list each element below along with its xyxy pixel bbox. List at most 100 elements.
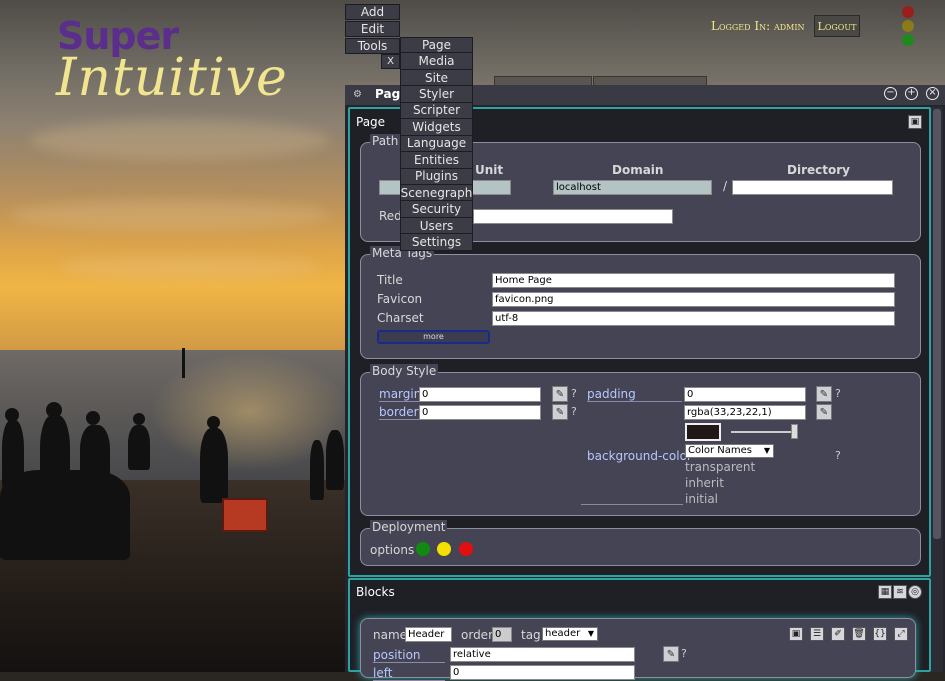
person-silhouette <box>326 430 344 490</box>
favicon-label: Favicon <box>377 292 423 306</box>
edit-menu-button[interactable]: Edit <box>345 21 400 37</box>
background-color-label[interactable]: background-color <box>587 449 692 463</box>
tools-menu-item-scripter[interactable]: Scripter <box>400 102 473 120</box>
save-icon[interactable]: ▣ <box>908 115 922 129</box>
code-icon[interactable]: {} <box>873 627 887 641</box>
position-edit-icon[interactable]: ✎ <box>663 646 679 662</box>
chevron-down-icon: ▼ <box>587 629 594 638</box>
border-help-icon[interactable]: ? <box>571 405 577 418</box>
trash-icon[interactable]: 🗑 <box>852 627 866 641</box>
option-initial[interactable]: initial <box>685 492 718 506</box>
charset-input[interactable]: utf-8 <box>492 311 895 326</box>
position-help-icon[interactable]: ? <box>681 647 687 660</box>
tools-menu-item-page[interactable]: Page <box>400 37 473 54</box>
cloud <box>10 200 330 230</box>
globe-icon[interactable]: ◎ <box>908 585 922 599</box>
expand-icon[interactable]: ⤢ <box>894 627 908 641</box>
tools-menu-item-widgets[interactable]: Widgets <box>400 119 473 136</box>
person-silhouette <box>310 440 324 500</box>
logout-button[interactable]: Logout <box>814 15 860 37</box>
deploy-green-option[interactable] <box>416 542 430 556</box>
tools-menu-item-media[interactable]: Media <box>400 53 473 70</box>
block-tag-label: tag <box>521 628 541 642</box>
margin-help-icon[interactable]: ? <box>571 387 577 400</box>
option-transparent[interactable]: transparent <box>685 460 755 474</box>
tools-menu-button[interactable]: Tools <box>345 38 400 54</box>
tools-menu-item-entities[interactable]: Entities <box>400 152 473 169</box>
directory-column-header: Directory <box>787 163 850 177</box>
padding-label[interactable]: padding <box>587 387 682 402</box>
favicon-input[interactable]: favicon.png <box>492 292 895 307</box>
margin-edit-icon[interactable]: ✎ <box>552 386 568 402</box>
domain-input[interactable]: localhost <box>553 180 712 195</box>
alpha-slider[interactable] <box>731 431 797 433</box>
block-order-label: order <box>461 628 493 642</box>
maximize-icon[interactable]: + <box>905 87 918 100</box>
cloud <box>60 255 320 280</box>
padding-input[interactable]: 0 <box>684 387 806 402</box>
block-order-input[interactable]: 0 <box>492 627 512 642</box>
background-color-swatch[interactable] <box>685 423 721 441</box>
logo-intuitive: Intuitive <box>56 48 288 108</box>
left-input[interactable]: 0 <box>450 665 635 680</box>
list-icon[interactable]: ☰ <box>810 627 824 641</box>
deployment-fieldset: Deployment options <box>360 520 921 566</box>
title-input[interactable]: Home Page <box>492 273 895 288</box>
left-label[interactable]: left <box>373 666 445 681</box>
block-tag-select[interactable]: header ▼ <box>542 627 598 641</box>
tools-menu-item-settings[interactable]: Settings <box>400 234 473 251</box>
person-head <box>207 416 220 429</box>
path-legend: Path <box>370 134 401 148</box>
padding-edit-icon[interactable]: ✎ <box>816 386 832 402</box>
person-head <box>86 411 100 425</box>
block-name-input[interactable]: Header <box>405 627 452 642</box>
redirect-input[interactable] <box>473 209 673 224</box>
blocks-section: Blocks ▦ ≋ ◎ name Header order 0 tag hea… <box>348 578 931 681</box>
page-section-label: Page <box>356 115 386 129</box>
person-head <box>46 402 62 418</box>
close-menu-button[interactable]: X <box>381 54 400 69</box>
deploy-red-option[interactable] <box>459 542 473 556</box>
margin-input[interactable]: 0 <box>419 387 541 402</box>
border-edit-icon[interactable]: ✎ <box>552 404 568 420</box>
deploy-yellow-option[interactable] <box>437 542 451 556</box>
border-label[interactable]: border <box>379 405 419 420</box>
add-menu-button[interactable]: Add <box>345 4 400 20</box>
body-style-legend: Body Style <box>370 364 439 378</box>
tools-menu-item-security[interactable]: Security <box>400 201 473 218</box>
position-label[interactable]: position <box>373 648 445 663</box>
option-inherit[interactable]: inherit <box>685 476 724 490</box>
body-style-fieldset: Body Style margin 0 ✎ ? border 0 ✎ ? pad… <box>360 364 921 516</box>
tools-menu-item-users[interactable]: Users <box>400 217 473 235</box>
scrollbar-thumb[interactable] <box>933 109 941 539</box>
domain-column-header: Domain <box>612 163 664 177</box>
directory-input[interactable] <box>732 180 893 195</box>
tools-menu-item-scenegraph[interactable]: Scenegraph <box>400 184 473 202</box>
background-color-help-icon[interactable]: ? <box>835 449 841 462</box>
tools-menu-item-site[interactable]: Site <box>400 69 473 87</box>
minimize-icon[interactable]: − <box>884 87 897 100</box>
alpha-slider-handle[interactable] <box>791 424 798 439</box>
layers-icon[interactable]: ≋ <box>893 585 907 599</box>
save-block-icon[interactable]: ▣ <box>789 627 803 641</box>
border-input[interactable]: 0 <box>419 405 541 420</box>
person-head <box>5 408 19 422</box>
tools-menu-item-language[interactable]: Language <box>400 135 473 153</box>
background-color-edit-icon[interactable]: ✎ <box>816 404 832 420</box>
color-names-select[interactable]: Color Names ▼ <box>685 444 774 458</box>
panel-drag-icon[interactable]: ⚙ <box>353 89 366 101</box>
tools-menu-item-plugins[interactable]: Plugins <box>400 168 473 185</box>
more-button[interactable]: more <box>377 330 490 344</box>
tools-submenu: Page Media Site Styler Scripter Widgets Langua… <box>400 37 473 251</box>
position-input[interactable]: relative <box>450 647 635 662</box>
margin-label[interactable]: margin <box>379 387 422 402</box>
brush-icon[interactable]: ✐ <box>831 627 845 641</box>
color-names-select-value: Color Names <box>688 445 752 456</box>
grid-icon[interactable]: ▦ <box>878 585 892 599</box>
block-editor: name Header order 0 tag header ▼ ▣ ☰ ✐ 🗑… <box>360 618 916 681</box>
tools-menu-item-styler[interactable]: Styler <box>400 86 473 103</box>
background-color-input[interactable]: rgba(33,23,22,1) <box>684 405 806 420</box>
close-icon[interactable]: × <box>926 87 939 100</box>
padding-help-icon[interactable]: ? <box>835 387 841 400</box>
meta-tags-fieldset: Meta Tags Title Home Page Favicon favico… <box>360 246 921 359</box>
